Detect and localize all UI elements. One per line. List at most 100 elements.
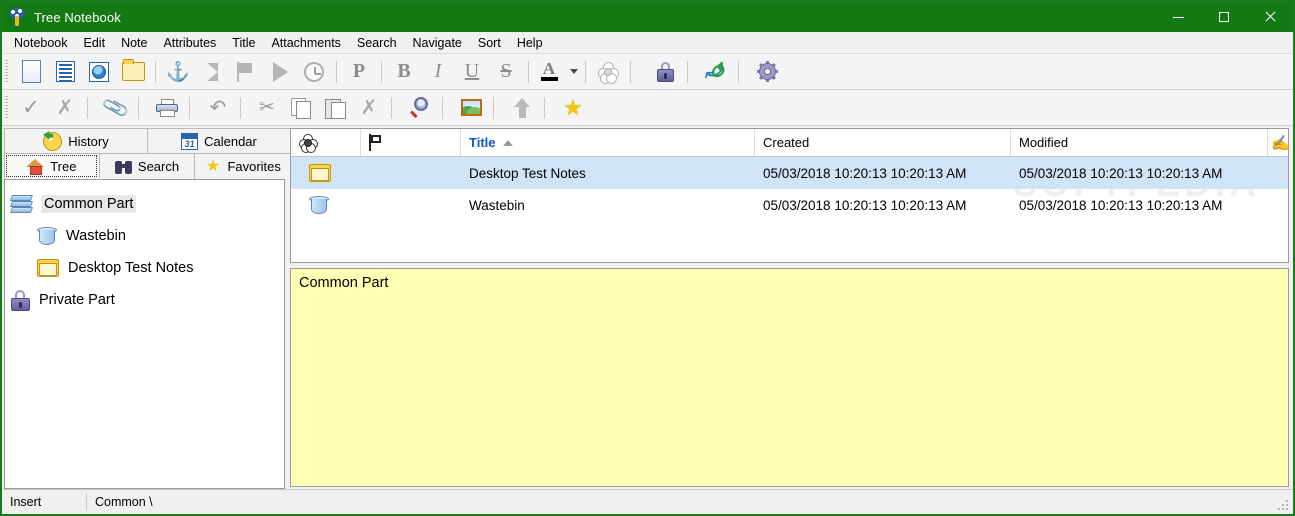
menu-item-attachments[interactable]: Attachments xyxy=(263,34,348,52)
cancel-button[interactable]: ✗ xyxy=(48,93,82,123)
flag-back-button[interactable] xyxy=(195,57,229,87)
search-magnifier-icon xyxy=(409,97,431,119)
status-mode: Insert xyxy=(10,495,42,509)
new-page-button[interactable] xyxy=(14,57,48,87)
move-up-button[interactable] xyxy=(505,93,539,123)
tab-tree[interactable]: Tree xyxy=(4,153,100,179)
toolbar-separator xyxy=(493,96,494,119)
paragraph-button[interactable]: P xyxy=(342,57,376,87)
menu-item-help[interactable]: Help xyxy=(509,34,551,52)
table-row[interactable]: Wastebin 05/03/2018 10:20:13 10:20:13 AM… xyxy=(291,189,1288,221)
new-list-icon xyxy=(55,61,75,82)
sync-button[interactable]: ⤾ ⥀ xyxy=(699,57,733,87)
close-button[interactable] xyxy=(1247,2,1293,32)
maximize-button[interactable] xyxy=(1201,2,1247,32)
column-header-modified[interactable]: Modified xyxy=(1011,129,1268,156)
note-editor[interactable]: Common Part xyxy=(290,268,1289,487)
new-web-note-icon xyxy=(89,61,109,82)
tab-favorites[interactable]: ★ Favorites xyxy=(194,153,292,179)
move-up-icon xyxy=(513,97,531,118)
italic-button[interactable]: I xyxy=(421,57,455,87)
tab-calendar[interactable]: 31 Calendar xyxy=(147,128,291,154)
attachment-button[interactable]: 📎 xyxy=(99,93,133,123)
flag-button[interactable] xyxy=(229,57,263,87)
undo-icon: ↶ xyxy=(209,96,227,119)
column-header-created-label: Created xyxy=(763,135,810,150)
print-button[interactable] xyxy=(150,93,184,123)
cut-button[interactable]: ✂ xyxy=(250,93,284,123)
note-list-rows: SOFTPEDIA Desktop Test Notes 05/03/2018 … xyxy=(291,157,1288,262)
undo-button[interactable]: ↶ xyxy=(201,93,235,123)
confirm-check-icon: ✓ xyxy=(22,96,40,119)
column-header-modified-label: Modified xyxy=(1019,135,1069,150)
column-header-created[interactable]: Created xyxy=(755,129,1011,156)
bold-button[interactable]: B xyxy=(387,57,421,87)
menu-item-notebook[interactable]: Notebook xyxy=(6,34,76,52)
tree-node-private-part[interactable]: Private Part xyxy=(11,284,278,316)
tab-history[interactable]: History xyxy=(4,128,148,154)
toolbar-separator xyxy=(189,96,190,119)
insert-image-icon xyxy=(460,99,482,116)
toolbar-separator xyxy=(87,96,88,119)
menu-item-attributes[interactable]: Attributes xyxy=(155,34,224,52)
tree-node-desktop-test-notes[interactable]: Desktop Test Notes xyxy=(11,252,278,284)
folder-icon xyxy=(309,164,331,182)
column-header-attachment[interactable]: ✍ xyxy=(1268,129,1293,156)
row-modified: 05/03/2018 10:20:13 10:20:13 AM xyxy=(1019,165,1223,181)
new-list-button[interactable] xyxy=(48,57,82,87)
flag-icon xyxy=(369,134,384,151)
new-page-icon xyxy=(21,60,41,83)
insert-image-button[interactable] xyxy=(454,93,488,123)
menu-item-edit[interactable]: Edit xyxy=(76,34,114,52)
status-bar: Insert Common \ xyxy=(2,489,1293,514)
title-bar: Tree Notebook xyxy=(2,2,1293,32)
menu-item-note[interactable]: Note xyxy=(113,34,155,52)
delete-button[interactable]: ✗ xyxy=(352,93,386,123)
menu-item-navigate[interactable]: Navigate xyxy=(405,34,470,52)
tree-node-common-part[interactable]: Common Part xyxy=(9,188,278,220)
column-header-title-label: Title xyxy=(469,135,496,150)
tab-history-label: History xyxy=(68,134,109,149)
menu-item-sort[interactable]: Sort xyxy=(470,34,509,52)
flag-forward-button[interactable] xyxy=(263,57,297,87)
font-color-button[interactable]: A xyxy=(534,57,564,87)
minimize-button[interactable] xyxy=(1155,2,1201,32)
paste-button[interactable] xyxy=(318,93,352,123)
column-header-flower[interactable] xyxy=(291,129,361,156)
font-color-dropdown-button[interactable] xyxy=(564,57,580,87)
settings-button[interactable] xyxy=(750,57,784,87)
strikethrough-button[interactable]: S xyxy=(489,57,523,87)
menu-item-search[interactable]: Search xyxy=(349,34,405,52)
status-path: Common \ xyxy=(95,495,153,509)
lock-button[interactable] xyxy=(648,57,682,87)
note-list-header: Title Created Modified ✍ xyxy=(291,129,1290,157)
new-web-note-button[interactable] xyxy=(82,57,116,87)
toolbar-separator xyxy=(687,60,688,83)
anchor-button[interactable]: ⚓ xyxy=(161,57,195,87)
column-header-title[interactable]: Title xyxy=(461,129,755,156)
column-header-flag[interactable] xyxy=(361,129,461,156)
new-folder-button[interactable] xyxy=(116,57,150,87)
table-row[interactable]: Desktop Test Notes 05/03/2018 10:20:13 1… xyxy=(291,157,1288,189)
flower-button[interactable] xyxy=(591,57,625,87)
search-button[interactable] xyxy=(403,93,437,123)
resize-grip[interactable] xyxy=(1277,499,1289,511)
tree-node-label: Private Part xyxy=(39,292,115,308)
formatting-toolbar: ⚓ P B I U S A ⤾ ⥀ xyxy=(2,54,1293,90)
paragraph-icon: P xyxy=(352,60,366,82)
favorite-star-icon: ★ xyxy=(563,94,583,120)
confirm-button[interactable]: ✓ xyxy=(14,93,48,123)
clock-button[interactable] xyxy=(297,57,331,87)
tree-panel[interactable]: Common Part Wastebin Desktop Test Notes … xyxy=(4,179,285,489)
favorite-button[interactable]: ★ xyxy=(556,93,590,123)
tree-node-wastebin[interactable]: Wastebin xyxy=(11,220,278,252)
tab-search[interactable]: Search xyxy=(98,153,196,179)
copy-button[interactable] xyxy=(284,93,318,123)
content-area: Title Created Modified ✍ SOFTPEDIA xyxy=(290,126,1293,489)
toolbar-separator xyxy=(585,60,586,83)
application-window: Tree Notebook Notebook Edit Note Attribu… xyxy=(0,0,1295,516)
star-icon: ★ xyxy=(205,158,221,175)
underline-button[interactable]: U xyxy=(455,57,489,87)
row-icon-cell xyxy=(291,164,361,182)
menu-item-title[interactable]: Title xyxy=(224,34,263,52)
